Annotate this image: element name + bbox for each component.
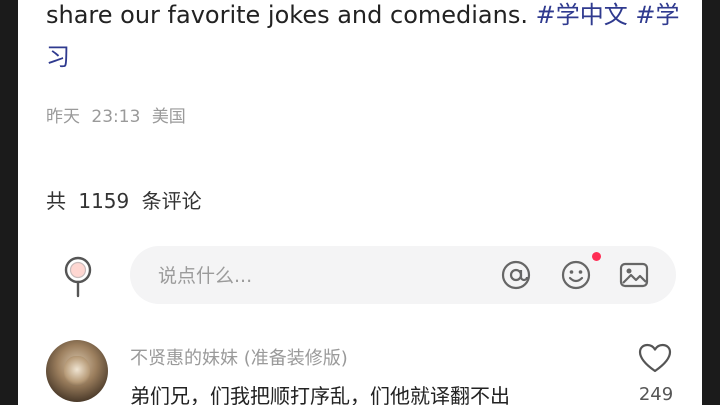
post-body: share our favorite jokes and comedians. … (46, 0, 686, 78)
post-location: 美国 (151, 107, 186, 127)
hashtag-learn-chinese[interactable]: #学中文 (536, 1, 628, 29)
comment-count-suffix: 条评论 (141, 189, 202, 213)
post-date: 昨天 (46, 107, 80, 127)
notification-dot (592, 252, 601, 261)
avatar-photo (64, 356, 90, 386)
comment-count-header: 共 1159 条评论 (46, 185, 208, 214)
at-icon[interactable] (500, 259, 532, 291)
post-meta: 昨天 23:13 美国 (46, 102, 192, 127)
like-count: 249 (638, 384, 674, 405)
comment-count-number: 1159 (78, 189, 130, 213)
comment-count-prefix: 共 (46, 189, 66, 213)
post-text: share our favorite jokes and comedians. (46, 1, 528, 29)
post-time: 23:13 (91, 107, 141, 127)
image-icon[interactable] (618, 259, 650, 291)
comment-text: 弟们兄，们我把顺打序乱，们他就译翻不出 (130, 384, 510, 405)
heart-icon[interactable] (638, 343, 672, 373)
comment-username[interactable]: 不贤惠的妹妹 (准备装修版) (130, 344, 348, 370)
comment-input-bar[interactable] (130, 246, 676, 306)
avatar[interactable] (46, 340, 108, 402)
pin-icon[interactable] (62, 256, 94, 298)
comment-input[interactable] (156, 246, 480, 306)
emoji-icon[interactable] (560, 259, 592, 291)
post-detail-screen: share our favorite jokes and comedians. … (18, 0, 702, 405)
